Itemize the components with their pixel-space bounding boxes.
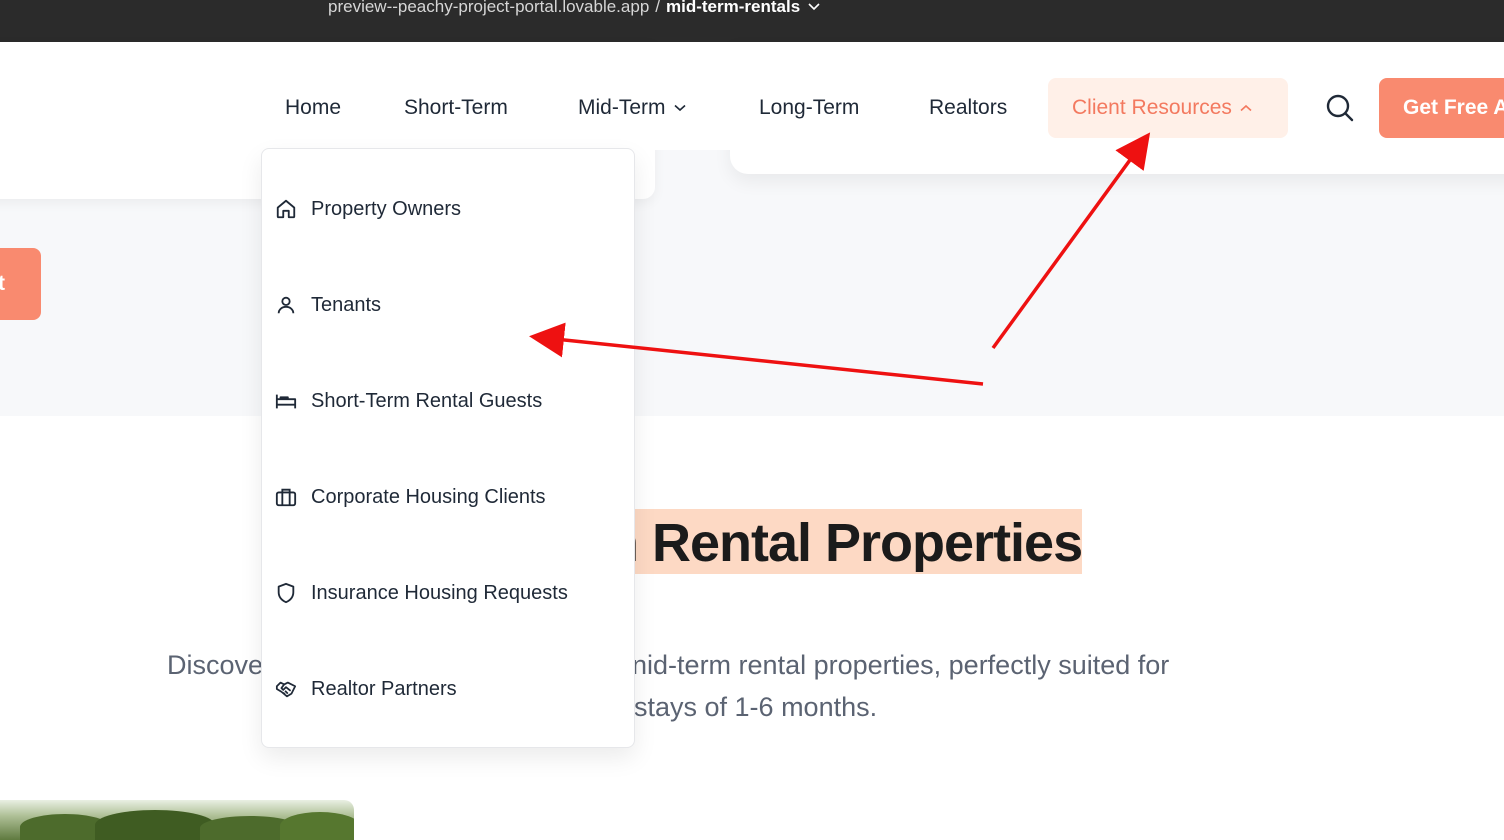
home-icon <box>274 197 298 221</box>
url-page: mid-term-rentals <box>666 0 801 16</box>
dropdown-item-tenants[interactable]: Tenants <box>262 275 634 335</box>
dropdown-item-realtor-partners[interactable]: Realtor Partners <box>262 659 634 719</box>
nav-realtors[interactable]: Realtors <box>929 78 1007 138</box>
url-breadcrumb[interactable]: preview--peachy-project-portal.lovable.a… <box>328 0 820 22</box>
hero-cta-button[interactable]: t <box>0 248 41 320</box>
url-domain: preview--peachy-project-portal.lovable.a… <box>328 0 650 16</box>
chevron-down-icon <box>673 104 686 112</box>
chevron-down-icon <box>808 3 820 11</box>
search-icon <box>1326 94 1354 122</box>
bed-icon <box>274 389 298 413</box>
dropdown-item-short-term-rental-guests[interactable]: Short-Term Rental Guests <box>262 371 634 431</box>
get-free-analysis-button[interactable]: Get Free A <box>1379 78 1504 138</box>
description-line1-left: Discove <box>167 650 264 680</box>
main-nav: Home Short-Term Mid-Term Long-Term Realt… <box>0 78 1504 138</box>
handshake-icon <box>274 677 298 701</box>
page-title: n Rental Properties <box>606 513 1083 573</box>
nav-long-term[interactable]: Long-Term <box>759 78 859 138</box>
nav-short-term[interactable]: Short-Term <box>404 78 508 138</box>
search-button[interactable] <box>1322 90 1358 126</box>
nav-client-resources[interactable]: Client Resources <box>1048 78 1288 138</box>
nav-home[interactable]: Home <box>285 78 341 138</box>
nav-mid-term[interactable]: Mid-Term <box>578 78 686 138</box>
url-separator: / <box>655 0 661 16</box>
briefcase-icon <box>274 485 298 509</box>
description-line1-right: nid-term rental properties, perfectly su… <box>632 650 1170 680</box>
chevron-up-icon <box>1240 104 1252 112</box>
dropdown-item-corporate-housing-clients[interactable]: Corporate Housing Clients <box>262 467 634 527</box>
dropdown-item-insurance-housing-requests[interactable]: Insurance Housing Requests <box>262 563 634 623</box>
property-image[interactable] <box>0 800 354 840</box>
dropdown-item-property-owners[interactable]: Property Owners <box>262 179 634 239</box>
browser-tab-bar: preview--peachy-project-portal.lovable.a… <box>0 0 1504 42</box>
user-icon <box>274 293 298 317</box>
client-resources-dropdown: Property Owners Tenants Short-Term Renta… <box>261 148 635 748</box>
shield-icon <box>274 581 298 605</box>
